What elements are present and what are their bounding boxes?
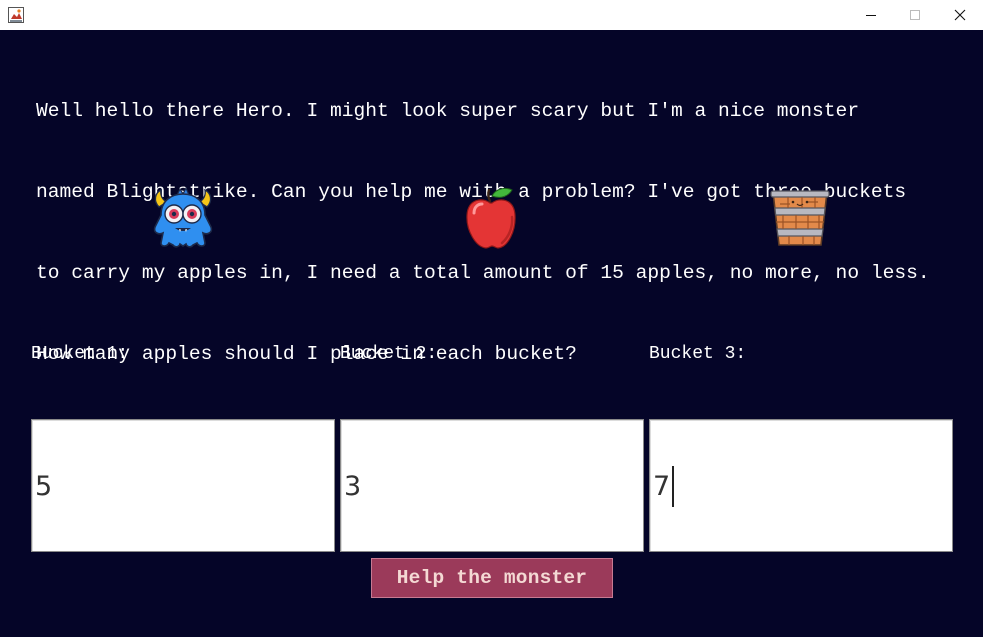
maximize-button[interactable] xyxy=(892,0,938,30)
title-bar xyxy=(0,0,983,30)
bucket-1-input[interactable]: 5 xyxy=(31,419,335,552)
help-the-monster-button[interactable]: Help the monster xyxy=(371,558,613,598)
bucket-1-label: Bucket 1: xyxy=(31,344,129,364)
question-line: Well hello there Hero. I might look supe… xyxy=(36,100,860,122)
game-panel: Well hello there Hero. I might look supe… xyxy=(0,30,983,637)
monster-icon xyxy=(153,187,213,248)
bucket-1-value: 5 xyxy=(35,471,53,502)
close-icon xyxy=(954,9,966,21)
minimize-button[interactable] xyxy=(848,0,894,30)
bucket-3-label: Bucket 3: xyxy=(649,344,747,364)
bucket-3-value: 7 xyxy=(653,471,671,502)
bucket-3-input[interactable]: 7 xyxy=(649,419,953,552)
bucket-icon xyxy=(770,190,830,246)
minimize-icon xyxy=(866,15,876,16)
question-line: to carry my apples in, I need a total am… xyxy=(36,262,930,284)
apple-icon xyxy=(466,187,516,249)
java-app-icon xyxy=(8,7,24,23)
question-line: How many apples should I place in each b… xyxy=(36,343,577,365)
close-button[interactable] xyxy=(937,0,983,30)
bucket-2-input[interactable]: 3 xyxy=(340,419,644,552)
text-caret xyxy=(672,466,674,507)
bucket-2-label: Bucket 2: xyxy=(340,344,438,364)
bucket-2-value: 3 xyxy=(344,471,362,502)
maximize-icon xyxy=(910,10,920,20)
